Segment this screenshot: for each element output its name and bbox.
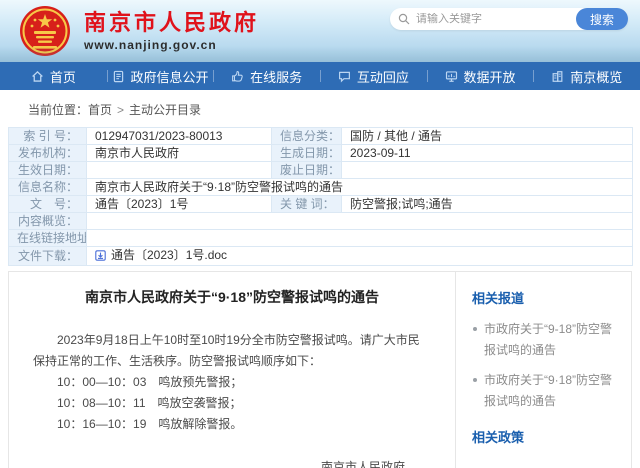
related-reports-list: 市政府关于“9-18”防空警报试鸣的通告 市政府关于“9·18”防空警报试鸣的通… xyxy=(472,319,619,413)
meta-value-created: 2023-09-11 xyxy=(342,145,633,162)
breadcrumb-current-link[interactable]: 主动公开目录 xyxy=(129,103,201,117)
signature-org: 南京市人民政府 xyxy=(33,457,405,468)
meta-value-category: 国防 / 其他 / 通告 xyxy=(342,128,633,145)
article-line-1: 10：00—10：03 鸣放预先警报； xyxy=(33,372,431,393)
nav-label: 数据开放 xyxy=(464,67,516,86)
building-icon xyxy=(551,70,564,83)
article: 南京市人民政府关于“9·18”防空警报试鸣的通告 2023年9月18日上午10时… xyxy=(9,272,455,468)
nav-item-overview[interactable]: 南京概览 xyxy=(533,62,640,90)
meta-label-summary: 内容概览： xyxy=(9,213,87,230)
meta-label-issuer: 发布机构： xyxy=(9,145,87,162)
sidebar: 相关报道 市政府关于“9-18”防空警报试鸣的通告 市政府关于“9·18”防空警… xyxy=(455,272,631,468)
page: 南京市人民政府 www.nanjing.gov.cn 搜索 首页 政府信息公开 xyxy=(0,0,640,468)
search-input[interactable] xyxy=(410,13,576,25)
nav-label: 首页 xyxy=(50,67,76,86)
meta-label-docnum: 文 号： xyxy=(9,196,87,213)
brand-text: 南京市人民政府 www.nanjing.gov.cn xyxy=(84,10,259,52)
table-row: 信息名称： 南京市人民政府关于“9·18”防空警报试鸣的通告 xyxy=(9,179,633,196)
meta-label-index: 索 引 号： xyxy=(9,128,87,145)
thumbs-up-icon xyxy=(231,70,244,83)
meta-value-repeal xyxy=(342,162,633,179)
nav-label: 南京概览 xyxy=(570,67,622,86)
table-row: 发布机构： 南京市人民政府 生成日期： 2023-09-11 xyxy=(9,145,633,162)
table-row: 文 号： 通告〔2023〕1号 关 键 词： 防空警报;试鸣;通告 xyxy=(9,196,633,213)
meta-label-link: 在线链接地址： xyxy=(9,230,87,247)
main-nav: 首页 政府信息公开 在线服务 互动回应 数据开放 xyxy=(0,62,640,90)
meta-value-docnum: 通告〔2023〕1号 xyxy=(87,196,272,213)
table-row: 生效日期： 废止日期： xyxy=(9,162,633,179)
meta-label-effective: 生效日期： xyxy=(9,162,87,179)
meta-value-summary xyxy=(87,213,633,230)
table-row: 索 引 号： 012947031/2023-80013 信息分类： 国防 / 其… xyxy=(9,128,633,145)
content-box: 南京市人民政府关于“9·18”防空警报试鸣的通告 2023年9月18日上午10时… xyxy=(8,271,632,468)
meta-label-category: 信息分类： xyxy=(272,128,342,145)
related-report-item[interactable]: 市政府关于“9·18”防空警报试鸣的通告 xyxy=(472,370,619,413)
document-meta-table: 索 引 号： 012947031/2023-80013 信息分类： 国防 / 其… xyxy=(8,127,633,266)
search-bar: 搜索 xyxy=(390,8,628,30)
article-line-2: 10：08—10：11 鸣放空袭警报； xyxy=(33,393,431,414)
meta-value-keywords: 防空警报;试鸣;通告 xyxy=(342,196,633,213)
meta-value-name: 南京市人民政府关于“9·18”防空警报试鸣的通告 xyxy=(87,179,633,196)
related-report-item[interactable]: 市政府关于“9-18”防空警报试鸣的通告 xyxy=(472,319,619,362)
download-icon xyxy=(95,250,106,261)
meta-value-issuer: 南京市人民政府 xyxy=(87,145,272,162)
nav-label: 在线服务 xyxy=(250,67,302,86)
nav-label: 政府信息公开 xyxy=(131,67,209,86)
breadcrumb-separator: > xyxy=(117,103,124,117)
article-line-3: 10：16—10：19 鸣放解除警报。 xyxy=(33,414,431,435)
nav-item-online-services[interactable]: 在线服务 xyxy=(213,62,320,90)
meta-cell-download: 通告〔2023〕1号.doc xyxy=(87,247,633,266)
table-row: 文件下载： 通告〔2023〕1号.doc xyxy=(9,247,633,266)
article-paragraph: 2023年9月18日上午10时至10时19分全市防空警报试鸣。请广大市民保持正常… xyxy=(33,330,431,372)
meta-label-download: 文件下载： xyxy=(9,247,87,266)
signature: 南京市人民政府 2023年9月11日 xyxy=(33,457,431,468)
file-download-link[interactable]: 通告〔2023〕1号.doc xyxy=(95,248,227,262)
meta-value-effective xyxy=(87,162,272,179)
site-header: 南京市人民政府 www.nanjing.gov.cn 搜索 xyxy=(0,0,640,62)
document-icon xyxy=(112,70,125,83)
search-icon xyxy=(398,13,410,25)
meta-value-link xyxy=(87,230,633,247)
search-button[interactable]: 搜索 xyxy=(576,8,628,30)
monitor-icon xyxy=(445,70,458,83)
article-title: 南京市人民政府关于“9·18”防空警报试鸣的通告 xyxy=(33,288,431,306)
breadcrumb: 当前位置：首页 > 主动公开目录 xyxy=(0,90,640,125)
table-row: 在线链接地址： xyxy=(9,230,633,247)
meta-label-created: 生成日期： xyxy=(272,145,342,162)
breadcrumb-home-link[interactable]: 首页 xyxy=(88,103,112,117)
national-emblem-icon xyxy=(18,4,72,58)
home-icon xyxy=(31,70,44,83)
meta-label-keywords: 关 键 词： xyxy=(272,196,342,213)
nav-label: 互动回应 xyxy=(357,67,409,86)
nav-item-open-data[interactable]: 数据开放 xyxy=(427,62,534,90)
nav-item-interaction[interactable]: 互动回应 xyxy=(320,62,427,90)
breadcrumb-prefix: 当前位置： xyxy=(28,103,88,117)
site-url: www.nanjing.gov.cn xyxy=(84,38,259,52)
site-title: 南京市人民政府 xyxy=(84,10,259,36)
site-logo[interactable]: 南京市人民政府 www.nanjing.gov.cn xyxy=(18,4,259,58)
table-row: 内容概览： xyxy=(9,213,633,230)
chat-icon xyxy=(338,70,351,83)
nav-item-gov-info[interactable]: 政府信息公开 xyxy=(107,62,214,90)
meta-value-index: 012947031/2023-80013 xyxy=(87,128,272,145)
meta-label-repeal: 废止日期： xyxy=(272,162,342,179)
nav-item-home[interactable]: 首页 xyxy=(0,62,107,90)
file-download-name: 通告〔2023〕1号.doc xyxy=(111,248,227,262)
related-policies-title: 相关政策 xyxy=(472,427,619,446)
meta-label-name: 信息名称： xyxy=(9,179,87,196)
related-reports-title: 相关报道 xyxy=(472,288,619,307)
